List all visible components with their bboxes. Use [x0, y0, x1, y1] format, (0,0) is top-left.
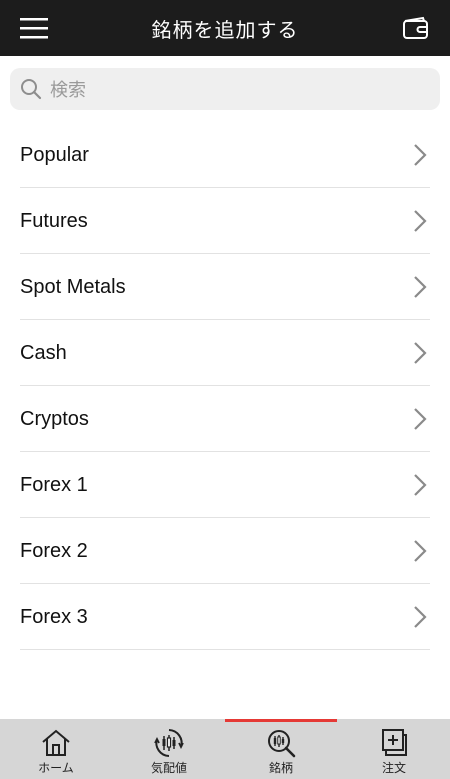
category-row-popular[interactable]: Popular — [0, 122, 450, 188]
chevron-right-icon — [414, 276, 427, 298]
tab-label: 気配値 — [150, 761, 187, 775]
chevron-right-icon — [414, 210, 427, 232]
chevron-right-icon — [414, 540, 427, 562]
divider — [20, 649, 430, 650]
chevron-right-icon — [414, 474, 427, 496]
category-label: Popular — [20, 144, 89, 166]
tab-label: ホーム — [38, 761, 74, 775]
category-row-futures[interactable]: Futures — [0, 188, 450, 254]
category-row-spot-metals[interactable]: Spot Metals — [0, 254, 450, 320]
order-icon — [382, 729, 407, 756]
tab-label: 注文 — [381, 761, 406, 775]
category-row-cryptos[interactable]: Cryptos — [0, 386, 450, 452]
category-label: Forex 2 — [20, 540, 88, 562]
category-label: Spot Metals — [20, 276, 126, 298]
chevron-right-icon — [414, 144, 427, 166]
tab-label: 銘柄 — [268, 761, 293, 775]
category-list: Popular Futures Spot Metals Cash Cryptos… — [0, 122, 450, 650]
home-icon — [42, 729, 70, 756]
wallet-button[interactable] — [402, 15, 430, 41]
bottom-tab-bar: ホーム 気配値 銘柄 注文 — [0, 719, 450, 779]
chevron-right-icon — [414, 342, 427, 364]
search-bar[interactable] — [10, 68, 440, 112]
category-label: Futures — [20, 210, 88, 232]
tab-orders[interactable]: 注文 — [338, 719, 450, 779]
tab-quotes[interactable]: 気配値 — [113, 719, 225, 779]
category-label: Cash — [20, 342, 67, 364]
page-title: 銘柄を追加する — [151, 17, 299, 42]
symbol-search-icon — [268, 730, 296, 758]
chevron-right-icon — [414, 606, 427, 628]
quotes-icon — [154, 729, 184, 757]
search-input[interactable] — [48, 68, 432, 112]
active-tab-indicator — [225, 719, 337, 722]
category-row-forex-2[interactable]: Forex 2 — [0, 518, 450, 584]
tab-home[interactable]: ホーム — [0, 719, 112, 779]
top-bar: 銘柄を追加する — [0, 0, 450, 56]
search-icon — [21, 79, 42, 100]
category-row-cash[interactable]: Cash — [0, 320, 450, 386]
wallet-icon — [403, 16, 428, 39]
chevron-right-icon — [414, 408, 427, 430]
category-row-forex-3[interactable]: Forex 3 — [0, 584, 450, 650]
category-label: Forex 3 — [20, 606, 88, 628]
category-label: Cryptos — [20, 408, 89, 430]
tab-symbols[interactable]: 銘柄 — [225, 719, 337, 779]
category-label: Forex 1 — [20, 474, 88, 496]
category-row-forex-1[interactable]: Forex 1 — [0, 452, 450, 518]
